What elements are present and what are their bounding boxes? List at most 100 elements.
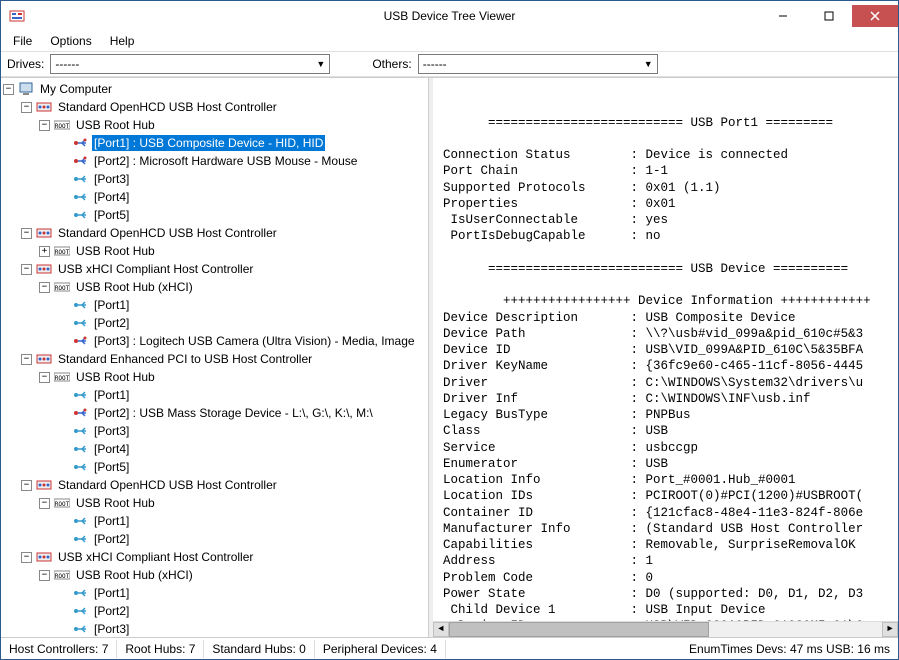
port-device-icon xyxy=(72,333,88,349)
expander-icon xyxy=(57,390,68,401)
controller-icon xyxy=(36,261,52,277)
expander-icon[interactable]: − xyxy=(39,498,50,509)
expander-icon xyxy=(57,534,68,545)
node-port-5-2[interactable]: [Port2] xyxy=(57,602,426,620)
node-hub-2[interactable]: −ROOTUSB Root Hub (xHCI) xyxy=(39,278,426,296)
window-title: USB Device Tree Viewer xyxy=(384,9,516,23)
expander-icon xyxy=(57,408,68,419)
expander-icon[interactable]: + xyxy=(39,246,50,257)
node-port-2-1[interactable]: [Port1] xyxy=(57,296,426,314)
port-empty-icon xyxy=(72,315,88,331)
node-controller-2[interactable]: −USB xHCI Compliant Host Controller xyxy=(21,260,426,278)
node-hub-1[interactable]: +ROOTUSB Root Hub xyxy=(39,242,426,260)
hub-icon: ROOT xyxy=(54,279,70,295)
expander-icon[interactable]: − xyxy=(21,264,32,275)
expander-icon xyxy=(57,318,68,329)
controller-icon xyxy=(36,351,52,367)
node-label: [Port4] xyxy=(92,189,131,205)
menu-options[interactable]: Options xyxy=(42,32,99,50)
expander-icon xyxy=(57,174,68,185)
node-controller-3[interactable]: −Standard Enhanced PCI to USB Host Contr… xyxy=(21,350,426,368)
maximize-button[interactable] xyxy=(806,5,852,27)
port-empty-icon xyxy=(72,387,88,403)
expander-icon xyxy=(57,156,68,167)
others-value: ------ xyxy=(423,57,644,71)
node-port-0-4[interactable]: [Port4] xyxy=(57,188,426,206)
node-label: USB Root Hub xyxy=(74,117,157,133)
node-label: [Port1] xyxy=(92,297,131,313)
scroll-right-button[interactable]: ► xyxy=(882,622,898,637)
port-device-icon xyxy=(72,153,88,169)
node-port-5-3[interactable]: [Port3] xyxy=(57,620,426,637)
drives-combo[interactable]: ------ ▼ xyxy=(50,54,330,74)
node-label: USB Root Hub (xHCI) xyxy=(74,567,195,583)
expander-icon[interactable]: − xyxy=(21,480,32,491)
hub-icon: ROOT xyxy=(54,567,70,583)
expander-icon[interactable]: − xyxy=(21,102,32,113)
minimize-button[interactable] xyxy=(760,5,806,27)
controller-icon xyxy=(36,99,52,115)
node-my-computer[interactable]: −My Computer xyxy=(3,80,426,98)
node-port-0-1[interactable]: [Port1] : USB Composite Device - HID, HI… xyxy=(57,134,426,152)
expander-icon[interactable]: − xyxy=(21,552,32,563)
node-hub-0[interactable]: −ROOTUSB Root Hub xyxy=(39,116,426,134)
node-hub-5[interactable]: −ROOTUSB Root Hub (xHCI) xyxy=(39,566,426,584)
others-combo[interactable]: ------ ▼ xyxy=(418,54,658,74)
expander-icon xyxy=(57,516,68,527)
node-port-4-2[interactable]: [Port2] xyxy=(57,530,426,548)
node-label: [Port2] : USB Mass Storage Device - L:\,… xyxy=(92,405,375,421)
expander-icon[interactable]: − xyxy=(39,372,50,383)
detail-pane[interactable]: ========================== USB Port1 ===… xyxy=(433,78,898,637)
expander-icon[interactable]: − xyxy=(39,570,50,581)
menu-file[interactable]: File xyxy=(5,32,40,50)
node-port-4-1[interactable]: [Port1] xyxy=(57,512,426,530)
horizontal-scrollbar[interactable]: ◄ ► xyxy=(433,621,898,637)
expander-icon xyxy=(57,462,68,473)
node-label: [Port2] xyxy=(92,531,131,547)
node-port-3-4[interactable]: [Port4] xyxy=(57,440,426,458)
expander-icon xyxy=(57,300,68,311)
port-empty-icon xyxy=(72,297,88,313)
node-controller-1[interactable]: −Standard OpenHCD USB Host Controller xyxy=(21,224,426,242)
tree-pane[interactable]: −My Computer−Standard OpenHCD USB Host C… xyxy=(1,78,429,637)
expander-icon[interactable]: − xyxy=(21,354,32,365)
status-enum-times: EnumTimes Devs: 47 ms USB: 16 ms xyxy=(681,640,898,658)
node-port-2-2[interactable]: [Port2] xyxy=(57,314,426,332)
node-label: [Port1] xyxy=(92,513,131,529)
scroll-left-button[interactable]: ◄ xyxy=(433,622,449,637)
expander-icon xyxy=(57,138,68,149)
expander-icon[interactable]: − xyxy=(21,228,32,239)
svg-text:ROOT: ROOT xyxy=(55,375,70,382)
node-port-3-5[interactable]: [Port5] xyxy=(57,458,426,476)
hub-icon: ROOT xyxy=(54,117,70,133)
others-label: Others: xyxy=(372,57,411,71)
menu-help[interactable]: Help xyxy=(102,32,143,50)
node-port-3-2[interactable]: [Port2] : USB Mass Storage Device - L:\,… xyxy=(57,404,426,422)
node-port-3-3[interactable]: [Port3] xyxy=(57,422,426,440)
node-port-3-1[interactable]: [Port1] xyxy=(57,386,426,404)
expander-icon[interactable]: − xyxy=(39,282,50,293)
port-empty-icon xyxy=(72,531,88,547)
status-peripheral-devices: Peripheral Devices: 4 xyxy=(315,640,446,658)
node-port-0-2[interactable]: [Port2] : Microsoft Hardware USB Mouse -… xyxy=(57,152,426,170)
node-port-0-5[interactable]: [Port5] xyxy=(57,206,426,224)
expander-icon[interactable]: − xyxy=(3,84,14,95)
node-controller-0[interactable]: −Standard OpenHCD USB Host Controller xyxy=(21,98,426,116)
expander-icon xyxy=(57,336,68,347)
expander-icon xyxy=(57,444,68,455)
node-port-5-1[interactable]: [Port1] xyxy=(57,584,426,602)
close-button[interactable] xyxy=(852,5,898,27)
node-controller-5[interactable]: −USB xHCI Compliant Host Controller xyxy=(21,548,426,566)
node-hub-3[interactable]: −ROOTUSB Root Hub xyxy=(39,368,426,386)
node-label: USB Root Hub xyxy=(74,495,157,511)
scroll-thumb[interactable] xyxy=(449,622,709,637)
node-port-0-3[interactable]: [Port3] xyxy=(57,170,426,188)
node-hub-4[interactable]: −ROOTUSB Root Hub xyxy=(39,494,426,512)
node-label: [Port1] xyxy=(92,585,131,601)
node-controller-4[interactable]: − Standard OpenHCD USB Host Controller xyxy=(21,476,426,494)
node-port-2-3[interactable]: [Port3] : Logitech USB Camera (Ultra Vis… xyxy=(57,332,426,350)
node-label: [Port5] xyxy=(92,459,131,475)
node-label: Standard OpenHCD USB Host Controller xyxy=(56,477,279,493)
port-empty-icon xyxy=(72,621,88,637)
expander-icon[interactable]: − xyxy=(39,120,50,131)
